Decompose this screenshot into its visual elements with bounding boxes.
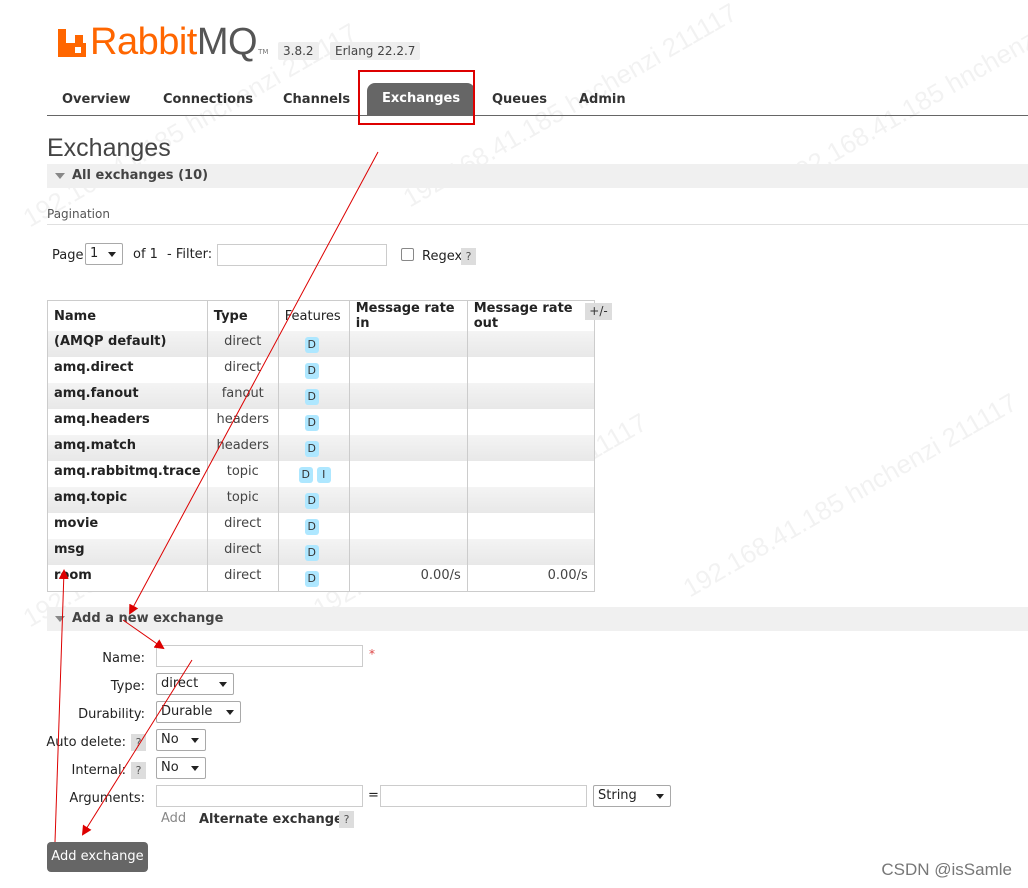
annotation-arrow	[129, 151, 379, 615]
csdn-watermark: CSDN @isSamle	[881, 860, 1012, 879]
annotation-arrow	[122, 619, 165, 650]
annotation-arrow	[81, 659, 193, 836]
annotation-arrows	[54, 151, 379, 843]
annotation-arrow	[54, 569, 69, 843]
